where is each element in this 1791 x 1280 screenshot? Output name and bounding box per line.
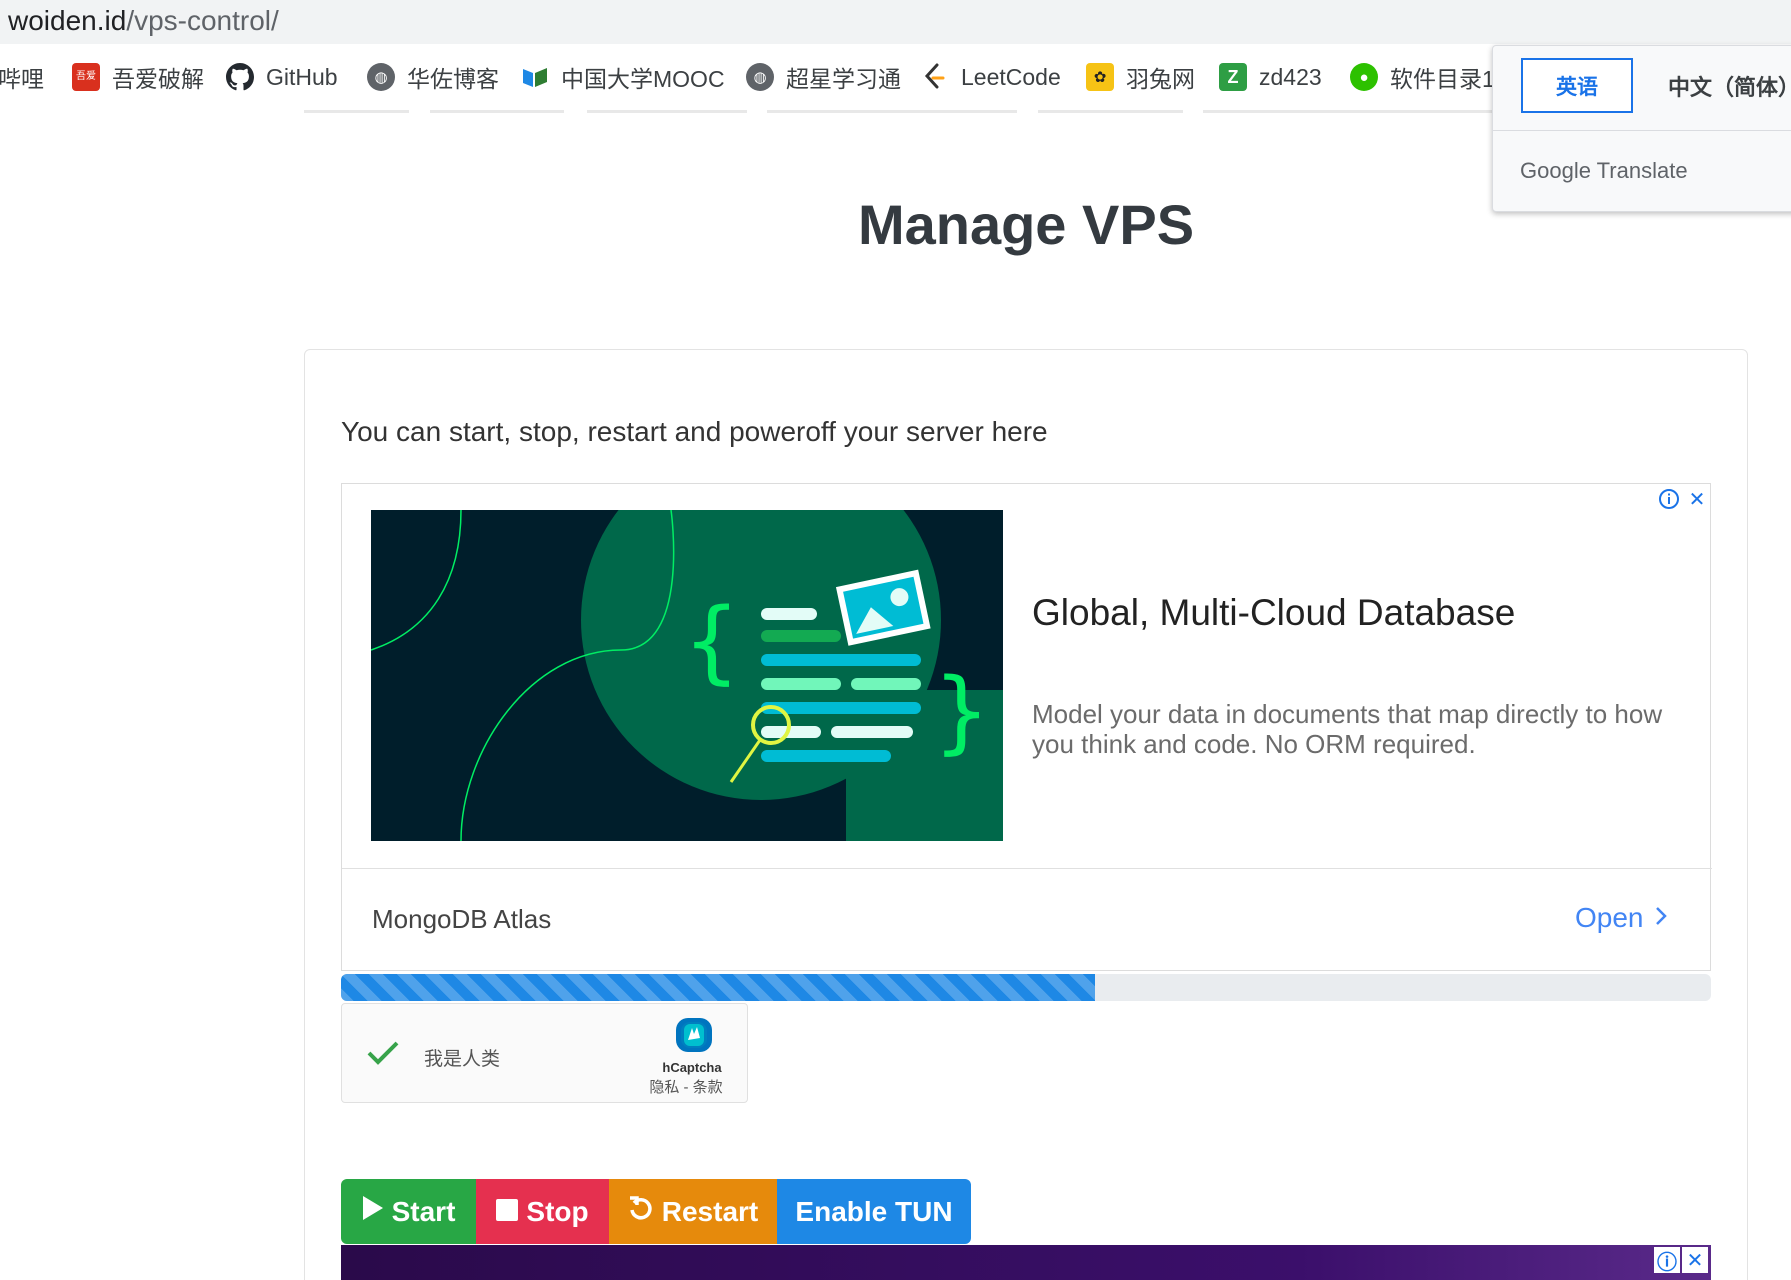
url-host: woiden.id: [8, 5, 127, 36]
ad-image[interactable]: { }: [371, 510, 1003, 841]
bookmark-52pojie[interactable]: 吾爱 吾爱破解: [72, 62, 204, 92]
page-description: You can start, stop, restart and powerof…: [341, 416, 1048, 447]
stop-icon: [496, 1196, 519, 1228]
vps-control-buttons: Start Stop Restart Enable TUN: [341, 1179, 971, 1244]
bookmark-software[interactable]: ● 软件目录1: [1350, 62, 1495, 92]
globe-icon: ◍: [746, 63, 774, 91]
translate-english-button[interactable]: 英语: [1521, 58, 1633, 113]
stop-label: Stop: [526, 1195, 589, 1227]
restart-label: Restart: [661, 1195, 759, 1227]
undo-icon: [628, 1195, 654, 1228]
page-title: Manage VPS: [857, 193, 1195, 256]
ad-banner[interactable]: ✕ { } Global, Multi-Cloud Database Model…: [341, 483, 1712, 971]
info-icon[interactable]: [1658, 488, 1680, 510]
ad-body: Model your data in documents that map di…: [1032, 699, 1663, 759]
captcha-links[interactable]: 隐私 - 条款: [636, 1076, 736, 1097]
zd423-icon: Z: [1219, 63, 1247, 91]
leetcode-icon: [921, 63, 949, 91]
bookmark-label: 中国大学MOOC: [561, 66, 725, 92]
bookmark-yutu[interactable]: ✿ 羽兔网: [1086, 62, 1195, 92]
progress-bar: [341, 974, 1711, 1001]
bookmark-mooc[interactable]: 中国大学MOOC: [521, 62, 725, 92]
start-button[interactable]: Start: [341, 1179, 476, 1244]
svg-text:}: }: [933, 659, 990, 764]
url-text[interactable]: woiden.id/vps-control/: [8, 5, 279, 37]
captcha-label: 我是人类: [424, 1049, 501, 1070]
bookmark-label: 软件目录1: [1390, 66, 1495, 92]
ad-advertiser[interactable]: MongoDB Atlas: [372, 904, 551, 935]
ad-headline[interactable]: Global, Multi-Cloud Database: [1032, 592, 1515, 634]
close-icon[interactable]: ✕: [1686, 488, 1708, 511]
restart-button[interactable]: Restart: [609, 1179, 777, 1244]
checkmark-icon[interactable]: [366, 1039, 400, 1072]
divider: [342, 868, 1712, 869]
chevron-right-icon: [1654, 902, 1668, 934]
bookmark-label: GitHub: [266, 63, 338, 90]
close-icon[interactable]: ✕: [1682, 1247, 1708, 1273]
bookmark-zd423[interactable]: Z zd423: [1219, 62, 1322, 92]
ad-banner-2[interactable]: ⓘ ✕: [341, 1245, 1711, 1280]
52pojie-icon: 吾爱: [72, 63, 100, 91]
address-bar[interactable]: woiden.id/vps-control/: [0, 0, 1791, 44]
brand-google: Google: [1520, 158, 1591, 183]
bookmark-label: 吾爱破解: [112, 66, 204, 92]
bookmark-label: zd423: [1259, 63, 1322, 90]
brand-translate: Translate: [1596, 158, 1688, 183]
mooc-icon: [521, 63, 549, 91]
start-label: Start: [391, 1195, 456, 1227]
bookmark-github[interactable]: GitHub: [226, 62, 338, 92]
bookmark-label: 哔哩: [0, 66, 44, 92]
enable-tun-label: Enable TUN: [795, 1195, 953, 1227]
divider: [1493, 130, 1791, 131]
stop-button[interactable]: Stop: [476, 1179, 609, 1244]
ad-open-button[interactable]: Open: [1575, 902, 1668, 934]
play-icon: [362, 1195, 384, 1228]
bookmark-label: LeetCode: [961, 63, 1061, 90]
bookmark-chaoxing[interactable]: ◍ 超星学习通: [746, 62, 901, 92]
svg-text:{: {: [683, 589, 740, 694]
wechat-icon: ●: [1350, 63, 1378, 91]
yutu-icon: ✿: [1086, 63, 1114, 91]
url-path: /vps-control/: [126, 5, 279, 36]
translate-popup: 英语 中文（简体） Google Translate: [1492, 45, 1791, 212]
hcaptcha-logo-icon: [672, 1014, 716, 1061]
bookmark-label: 华佐博客: [407, 66, 499, 92]
bookmark-huazuo[interactable]: ◍ 华佐博客: [367, 62, 499, 92]
hcaptcha-widget[interactable]: 我是人类 hCaptcha 隐私 - 条款: [341, 1003, 748, 1103]
globe-icon: ◍: [367, 63, 395, 91]
ad-open-label: Open: [1575, 902, 1644, 933]
google-translate-brand: Google Translate: [1520, 158, 1688, 184]
bookmark-label: 羽兔网: [1126, 66, 1195, 92]
captcha-brand: hCaptcha: [662, 1060, 722, 1075]
ad-choices[interactable]: ✕: [1658, 488, 1708, 511]
bookmark-bilibili[interactable]: 哔哩: [0, 62, 44, 92]
github-icon: [226, 63, 254, 91]
translate-chinese-button[interactable]: 中文（简体）: [1668, 58, 1791, 113]
info-icon[interactable]: ⓘ: [1654, 1247, 1680, 1274]
enable-tun-button[interactable]: Enable TUN: [777, 1179, 971, 1244]
ad-choices[interactable]: ⓘ ✕: [1654, 1247, 1708, 1274]
bookmark-label: 超星学习通: [786, 66, 901, 92]
progress-fill: [341, 974, 1095, 1001]
bookmark-leetcode[interactable]: LeetCode: [921, 62, 1061, 92]
